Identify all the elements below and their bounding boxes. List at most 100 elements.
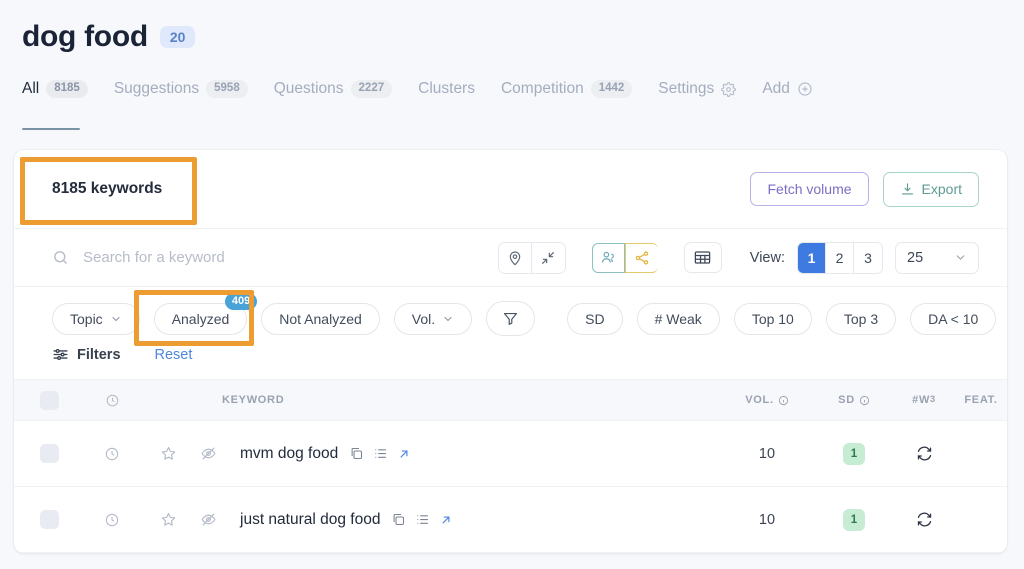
tab-questions[interactable]: Questions 2227 [273,80,393,104]
refresh-icon[interactable] [893,511,955,528]
people-share-group [591,242,658,273]
page-button-1[interactable]: 1 [798,242,826,273]
eye-off-icon[interactable] [188,511,228,528]
chip-sd[interactable]: SD [567,302,623,335]
page-button-3[interactable]: 3 [854,242,882,273]
chip-top-3-label: Top 3 [843,310,879,327]
list-icon[interactable] [415,512,430,527]
tab-add[interactable]: Add [762,80,813,104]
header-keyword[interactable]: KEYWORD [148,394,719,406]
tab-settings[interactable]: Settings [658,80,737,104]
fetch-volume-label: Fetch volume [767,181,852,197]
chevron-down-icon [954,251,967,264]
chip-weak-label: # Weak [654,310,702,327]
copy-icon[interactable] [349,446,364,461]
download-icon [900,182,915,197]
title-row: dog food 20 [22,20,1024,54]
keyword-actions [391,512,453,527]
page-title: dog food [22,20,148,53]
select-all-checkbox[interactable] [39,390,59,410]
page-button-2[interactable]: 2 [826,242,854,273]
reset-link[interactable]: Reset [155,347,193,363]
vol-cell: 10 [719,445,815,463]
tab-all-label: All [22,80,40,97]
sd-cell: 1 [815,442,893,465]
map-pin-icon[interactable] [499,242,532,273]
tab-suggestions-count: 5958 [206,80,248,98]
tab-questions-label: Questions [273,80,344,97]
chip-vol[interactable]: Vol. [393,302,473,335]
chip-analyzed[interactable]: Analyzed 409 [153,292,258,335]
chip-not-analyzed[interactable]: Not Analyzed [261,302,380,335]
keyword-cell: just natural dog food [228,511,719,529]
header-select-all[interactable] [14,390,76,410]
per-page-select[interactable]: 25 [895,241,979,274]
sd-badge: 1 [843,442,865,465]
tab-add-label: Add [762,80,790,97]
tab-questions-count: 2227 [350,80,393,98]
chip-da-label: DA < 10 [928,310,979,327]
keywords-card: 8185 keywords Fetch volume Export Search… [14,150,1007,553]
chip-top-3[interactable]: Top 3 [825,302,897,335]
header-sd-label: SD [838,394,855,406]
header-sd[interactable]: SD [815,394,893,406]
star-icon[interactable] [148,511,188,528]
chip-top-10[interactable]: Top 10 [733,302,812,335]
chip-da[interactable]: DA < 10 [910,302,997,335]
tab-suggestions[interactable]: Suggestions 5958 [114,80,248,104]
info-icon [859,395,870,406]
tab-competition[interactable]: Competition 1442 [500,80,633,104]
filters-button[interactable]: Filters [52,346,121,363]
tab-clusters[interactable]: Clusters [418,80,475,104]
external-link-icon[interactable] [397,447,411,461]
table-grid-icon[interactable] [683,242,722,273]
star-icon[interactable] [148,445,188,462]
search-icon [52,249,69,266]
tab-competition-label: Competition [500,80,584,97]
chip-weak[interactable]: # Weak [636,302,720,335]
tab-all-count: 8185 [46,80,88,98]
header-vol[interactable]: VOL. [719,394,815,406]
chip-topic-label: Topic [70,310,103,327]
eye-off-icon[interactable] [188,445,228,462]
keyword-text: mvm dog food [240,444,339,462]
filter-funnel-icon [502,310,519,327]
view-controls: View: 1 2 3 25 [749,241,979,274]
view-icon-groups [497,241,722,274]
row-select[interactable] [14,444,76,463]
keyword-text: just natural dog food [240,510,381,528]
app-page: dog food 20 All 8185 Suggestions 5958 Qu… [0,0,1024,569]
chip-funnel[interactable] [486,301,536,336]
title-badge: 20 [159,26,196,48]
chip-not-analyzed-label: Not Analyzed [279,310,362,327]
table-header: KEYWORD VOL. SD #W 3 FEAT. [14,379,1007,421]
share-nodes-icon[interactable] [624,242,658,273]
fetch-volume-button[interactable]: Fetch volume [750,172,869,206]
external-link-icon[interactable] [439,513,453,527]
vol-cell: 10 [719,511,815,529]
search-input[interactable] [83,249,383,266]
table-row[interactable]: just natural dog food 10 1 [14,487,1007,553]
header-features[interactable]: FEAT. [955,394,1007,406]
tab-all[interactable]: All 8185 [22,80,88,130]
table-row[interactable]: mvm dog food 10 1 [14,421,1007,487]
card-toolbar: 8185 keywords Fetch volume Export [14,150,1007,228]
filter-chips: Topic Analyzed 409 Not Analyzed Vol. SD … [52,292,997,336]
clock-icon[interactable] [76,512,148,528]
view-label: View: [749,249,785,266]
row-checkbox[interactable] [39,444,59,463]
collapse-arrows-icon[interactable] [532,243,565,273]
copy-icon[interactable] [391,512,406,527]
header-weak[interactable]: #W 3 [893,394,955,406]
export-button[interactable]: Export [882,171,979,207]
row-checkbox[interactable] [39,510,59,529]
chip-topic[interactable]: Topic [52,302,140,335]
header-vol-label: VOL. [745,394,774,406]
refresh-icon[interactable] [893,445,955,462]
vol-value: 10 [758,511,776,528]
people-icon[interactable] [591,242,625,273]
list-icon[interactable] [373,446,388,461]
clock-icon[interactable] [76,446,148,462]
vol-value: 10 [758,445,776,462]
row-select[interactable] [14,510,76,529]
